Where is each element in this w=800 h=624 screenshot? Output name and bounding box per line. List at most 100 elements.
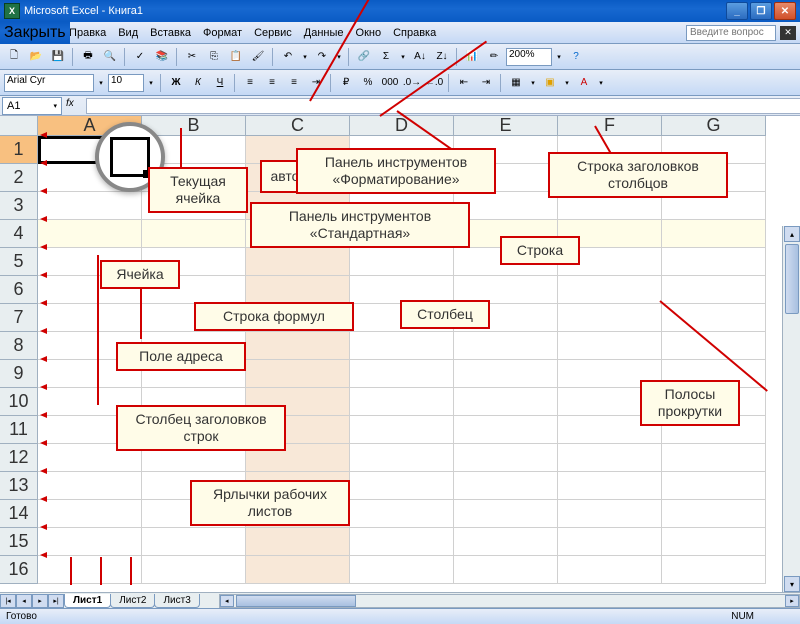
cell-A13[interactable] xyxy=(38,472,142,500)
cell-C5[interactable] xyxy=(246,248,350,276)
cell-E16[interactable] xyxy=(454,556,558,584)
open-icon[interactable]: 📂 xyxy=(26,47,46,67)
font-size-select[interactable]: 10 xyxy=(108,74,144,92)
autosum-icon[interactable]: Σ xyxy=(376,47,396,67)
undo-dropdown[interactable]: ▾ xyxy=(300,53,310,61)
cell-F7[interactable] xyxy=(558,304,662,332)
borders-icon[interactable]: ▦ xyxy=(506,73,526,93)
prev-sheet-button[interactable]: ◂ xyxy=(16,594,32,608)
row-header-4[interactable]: 4 xyxy=(0,220,38,248)
currency-icon[interactable]: ₽ xyxy=(336,73,356,93)
spelling-icon[interactable]: ✓ xyxy=(130,47,150,67)
font-color-icon[interactable]: A xyxy=(574,73,594,93)
zoom-dropdown[interactable]: ▾ xyxy=(554,53,564,61)
zoom-select[interactable]: 200% xyxy=(506,48,552,66)
row-header-5[interactable]: 5 xyxy=(0,248,38,276)
cell-B16[interactable] xyxy=(142,556,246,584)
cell-A3[interactable] xyxy=(38,192,142,220)
cell-G15[interactable] xyxy=(662,528,766,556)
cell-B4[interactable] xyxy=(142,220,246,248)
sheet-tab-3[interactable]: Лист3 xyxy=(154,594,199,608)
help-search-input[interactable] xyxy=(686,25,776,41)
vscroll-thumb[interactable] xyxy=(785,244,799,314)
fill-dropdown[interactable]: ▾ xyxy=(562,79,572,87)
menu-insert[interactable]: Вставка xyxy=(144,25,197,41)
cell-F16[interactable] xyxy=(558,556,662,584)
cell-D8[interactable] xyxy=(350,332,454,360)
column-header-D[interactable]: D xyxy=(350,116,454,136)
cell-D14[interactable] xyxy=(350,500,454,528)
next-sheet-button[interactable]: ▸ xyxy=(32,594,48,608)
cell-D11[interactable] xyxy=(350,416,454,444)
undo-icon[interactable]: ↶ xyxy=(278,47,298,67)
cell-F14[interactable] xyxy=(558,500,662,528)
vertical-scrollbar[interactable]: ▴ ▾ xyxy=(782,226,800,592)
row-header-14[interactable]: 14 xyxy=(0,500,38,528)
bold-button[interactable]: Ж xyxy=(166,73,186,93)
cell-G12[interactable] xyxy=(662,444,766,472)
format-painter-icon[interactable]: 🖌 xyxy=(248,47,268,67)
hscroll-thumb[interactable] xyxy=(236,595,356,607)
copy-icon[interactable]: ⎘ xyxy=(204,47,224,67)
cell-E15[interactable] xyxy=(454,528,558,556)
cell-E10[interactable] xyxy=(454,388,558,416)
row-header-10[interactable]: 10 xyxy=(0,388,38,416)
column-header-F[interactable]: F xyxy=(558,116,662,136)
save-icon[interactable]: 💾 xyxy=(48,47,68,67)
cell-C16[interactable] xyxy=(246,556,350,584)
close-workbook-button[interactable]: ✕ xyxy=(780,26,796,40)
row-header-9[interactable]: 9 xyxy=(0,360,38,388)
cell-E8[interactable] xyxy=(454,332,558,360)
cell-D13[interactable] xyxy=(350,472,454,500)
name-box[interactable]: A1 ▾ xyxy=(2,97,62,115)
align-right-icon[interactable]: ≡ xyxy=(284,73,304,93)
cell-G16[interactable] xyxy=(662,556,766,584)
column-header-C[interactable]: C xyxy=(246,116,350,136)
menu-help[interactable]: Справка xyxy=(387,25,442,41)
cell-B15[interactable] xyxy=(142,528,246,556)
cut-icon[interactable]: ✂ xyxy=(182,47,202,67)
cell-G5[interactable] xyxy=(662,248,766,276)
cell-C9[interactable] xyxy=(246,360,350,388)
scroll-down-button[interactable]: ▾ xyxy=(784,576,800,592)
decrease-indent-icon[interactable]: ⇤ xyxy=(454,73,474,93)
row-header-11[interactable]: 11 xyxy=(0,416,38,444)
sheet-tab-2[interactable]: Лист2 xyxy=(110,594,155,608)
menu-edit[interactable]: Правка xyxy=(63,25,112,41)
cell-E12[interactable] xyxy=(454,444,558,472)
scroll-left-button[interactable]: ◂ xyxy=(220,595,234,607)
cell-G13[interactable] xyxy=(662,472,766,500)
cell-F15[interactable] xyxy=(558,528,662,556)
fill-color-icon[interactable]: ▣ xyxy=(540,73,560,93)
row-header-12[interactable]: 12 xyxy=(0,444,38,472)
cell-D12[interactable] xyxy=(350,444,454,472)
cell-A7[interactable] xyxy=(38,304,142,332)
cell-A15[interactable] xyxy=(38,528,142,556)
cell-G7[interactable] xyxy=(662,304,766,332)
new-icon[interactable]: 🗋 xyxy=(4,47,24,67)
column-header-E[interactable]: E xyxy=(454,116,558,136)
menu-tools[interactable]: Сервис xyxy=(248,25,298,41)
font-name-select[interactable]: Arial Cyr xyxy=(4,74,94,92)
borders-dropdown[interactable]: ▾ xyxy=(528,79,538,87)
sort-asc-icon[interactable]: A↓ xyxy=(410,47,430,67)
row-header-8[interactable]: 8 xyxy=(0,332,38,360)
row-header-1[interactable]: 1 xyxy=(0,136,38,164)
percent-icon[interactable]: % xyxy=(358,73,378,93)
row-header-2[interactable]: 2 xyxy=(0,164,38,192)
column-header-B[interactable]: B xyxy=(142,116,246,136)
row-header-15[interactable]: 15 xyxy=(0,528,38,556)
hyperlink-icon[interactable]: 🔗 xyxy=(354,47,374,67)
drawing-icon[interactable]: ✏ xyxy=(484,47,504,67)
cell-F8[interactable] xyxy=(558,332,662,360)
research-icon[interactable]: 📚 xyxy=(152,47,172,67)
cell-D10[interactable] xyxy=(350,388,454,416)
cell-A14[interactable] xyxy=(38,500,142,528)
insert-function-button[interactable]: fx xyxy=(66,98,84,114)
cell-A16[interactable] xyxy=(38,556,142,584)
font-name-dropdown[interactable]: ▾ xyxy=(96,79,106,87)
cell-G14[interactable] xyxy=(662,500,766,528)
cell-D16[interactable] xyxy=(350,556,454,584)
cell-D15[interactable] xyxy=(350,528,454,556)
last-sheet-button[interactable]: ▸| xyxy=(48,594,64,608)
